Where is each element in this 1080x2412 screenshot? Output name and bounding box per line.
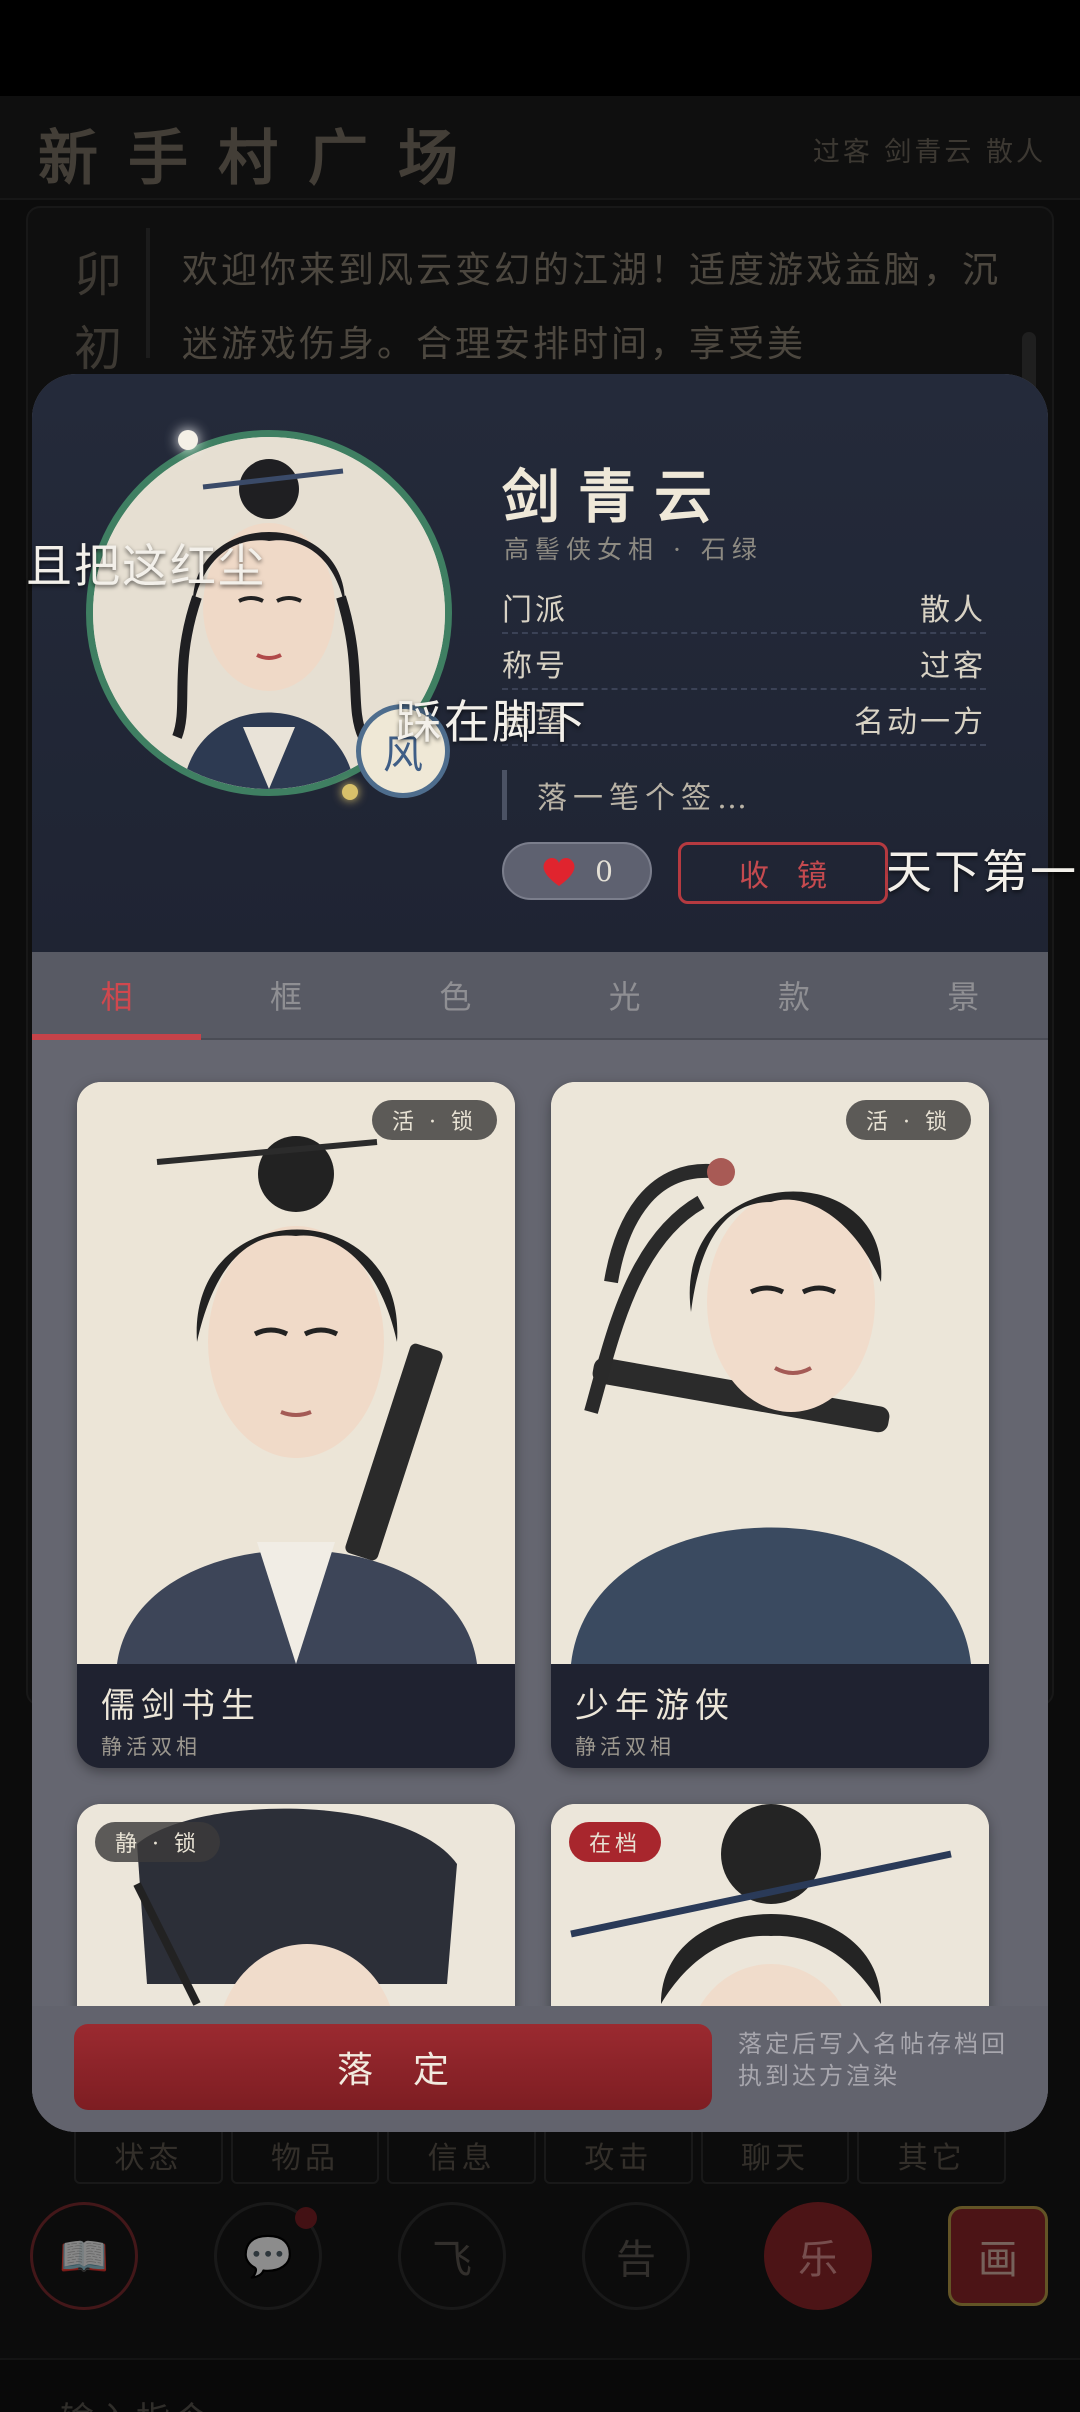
info-value: 散人 [920,593,986,628]
tab-scene[interactable]: 景 [879,952,1048,1038]
info-row-title: 称号 过客 [502,638,986,690]
tab-face[interactable]: 相 [32,952,202,1040]
confirm-bar: 落定 落定后写入名帖存档回执到达方渲染 [32,2006,1048,2132]
tab-color[interactable]: 色 [371,952,540,1038]
appearance-card[interactable]: 活 · 锁 少年游侠 静活双相 [551,1082,989,1768]
collect-button[interactable]: 收镜 [678,842,888,904]
info-value: 名动一方 [854,705,986,740]
status-badge: 静 · 锁 [95,1822,220,1862]
appearance-grid: 活 · 锁 儒剑书生 静活双相 活 · 锁 少年游侠 静活双相 静 · 锁 在档 [32,1040,1048,2132]
heart-icon [543,857,575,886]
card-subtitle: 静活双相 [575,1735,675,1759]
card-footer: 儒剑书生 静活双相 [77,1664,515,1768]
like-button[interactable]: 0 [502,842,652,900]
info-value: 过客 [920,649,986,684]
card-title: 少年游侠 [575,1686,735,1726]
tab-light[interactable]: 光 [540,952,709,1038]
status-badge: 活 · 锁 [372,1100,497,1140]
character-name: 剑青云 [502,463,731,531]
portrait-wanderer [551,1082,989,1664]
appearance-card[interactable]: 活 · 锁 儒剑书生 静活双相 [77,1082,515,1768]
card-image: 活 · 锁 [77,1082,515,1664]
status-badge: 活 · 锁 [846,1100,971,1140]
card-image: 活 · 锁 [551,1082,989,1664]
appearance-subtitle: 高髻侠女相 · 石绿 [504,535,763,564]
info-key: 称号 [502,649,568,684]
appearance-modal: 风 剑青云 高髻侠女相 · 石绿 门派 散人 称号 过客 声望 名动一方 落一笔… [32,374,1048,2132]
floating-text: 且把这红尘 [26,539,266,593]
floating-text: 踩在脚下 [396,695,588,749]
portrait-scholar [77,1082,515,1664]
confirm-button[interactable]: 落定 [74,2024,712,2110]
signature-field[interactable]: 落一笔个签… [502,770,753,820]
card-title: 儒剑书生 [101,1686,261,1726]
sparkle-icon [342,784,358,800]
tab-bar: 相 框 色 光 款 景 [32,952,1048,1040]
info-key: 门派 [502,593,568,628]
tab-frame[interactable]: 框 [201,952,370,1038]
card-footer: 少年游侠 静活双相 [551,1664,989,1768]
card-subtitle: 静活双相 [101,1735,201,1759]
status-bar [0,0,1080,96]
like-count: 0 [595,854,613,888]
floating-text: 天下第一 [886,845,1078,899]
confirm-note: 落定后写入名帖存档回执到达方渲染 [738,2030,1008,2090]
info-row-faction: 门派 散人 [502,582,986,634]
tab-style[interactable]: 款 [709,952,878,1038]
sparkle-icon [178,430,198,450]
status-badge: 在档 [569,1822,662,1862]
